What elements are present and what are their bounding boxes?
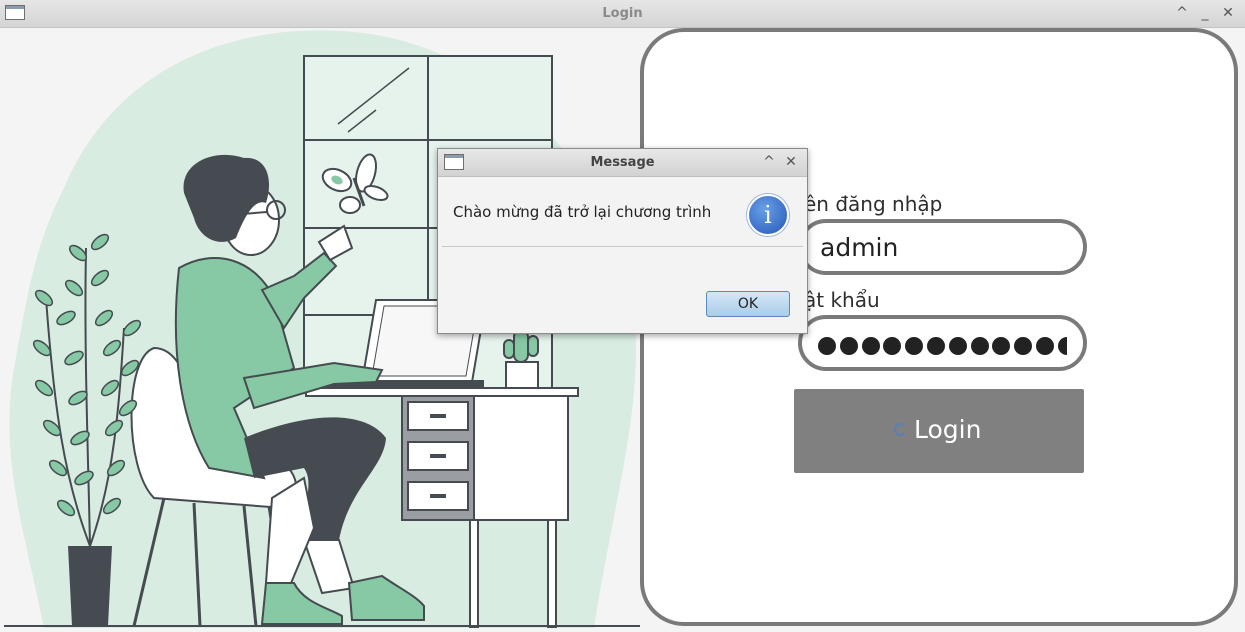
login-button-label: Login xyxy=(914,415,982,444)
window-shade-button[interactable]: ^ xyxy=(1173,4,1191,22)
password-dot xyxy=(948,337,967,355)
password-dot xyxy=(1057,337,1067,355)
loading-spinner-icon xyxy=(894,423,907,436)
dialog-message: Chào mừng đã trở lại chương trình xyxy=(453,203,712,221)
password-label: ật khẩu xyxy=(804,288,880,312)
dialog-close-button[interactable]: ✕ xyxy=(782,153,800,171)
password-dot xyxy=(970,337,989,355)
window-title: Login xyxy=(602,6,643,21)
password-dot xyxy=(992,337,1011,355)
info-icon: i xyxy=(747,194,789,236)
dialog-divider xyxy=(442,246,803,247)
password-dot xyxy=(905,337,924,355)
window-minimize-button[interactable]: _ xyxy=(1196,4,1214,22)
password-dot xyxy=(883,337,902,355)
password-dot xyxy=(1035,337,1054,355)
password-dot xyxy=(839,337,858,355)
password-field[interactable] xyxy=(798,315,1087,371)
dialog-titlebar: Message ^ ✕ xyxy=(438,149,807,177)
dialog-title: Message xyxy=(590,155,655,170)
password-dot xyxy=(926,337,945,355)
username-label: ên đăng nhập xyxy=(804,192,943,216)
password-dot xyxy=(1014,337,1033,355)
window-close-button[interactable]: ✕ xyxy=(1219,4,1237,22)
username-field[interactable]: admin xyxy=(798,219,1087,275)
ok-button[interactable]: OK xyxy=(706,291,790,317)
password-dot xyxy=(818,337,836,355)
password-dot xyxy=(861,337,880,355)
window-titlebar: Login ^ _ ✕ xyxy=(0,0,1245,28)
message-dialog: Message ^ ✕ Chào mừng đã trở lại chương … xyxy=(437,148,808,334)
password-mask xyxy=(818,335,1067,357)
login-button[interactable]: Login xyxy=(794,389,1084,473)
username-value: admin xyxy=(820,233,899,262)
dialog-shade-button[interactable]: ^ xyxy=(760,153,778,171)
